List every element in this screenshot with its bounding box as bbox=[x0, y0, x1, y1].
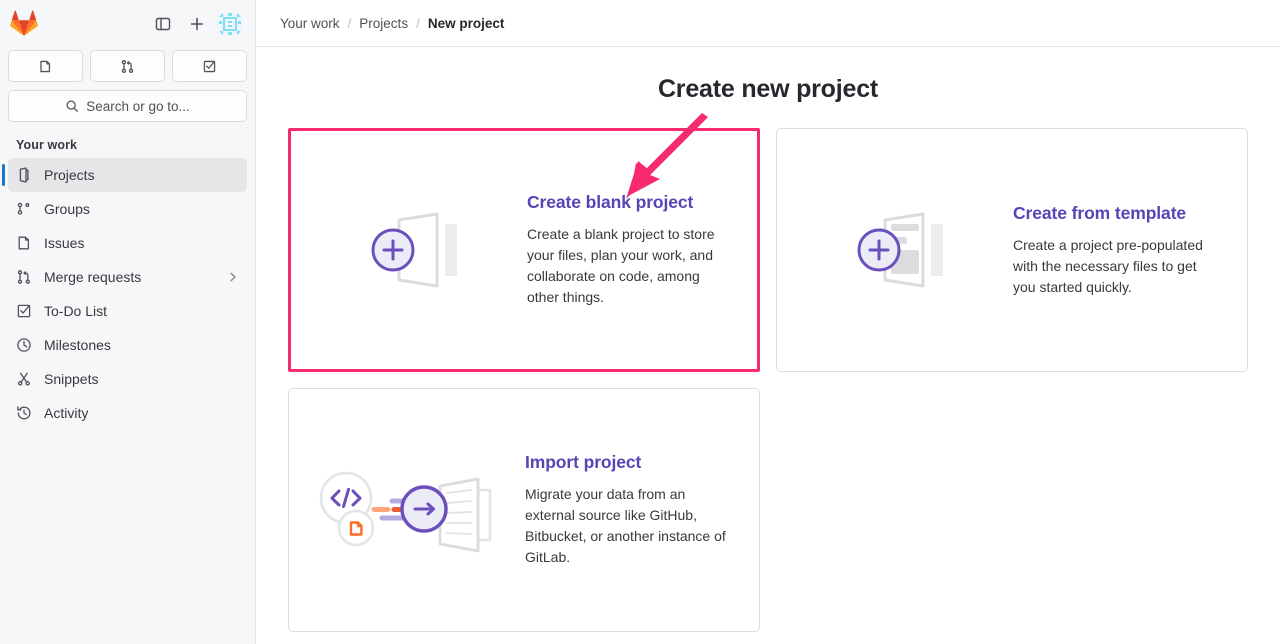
user-avatar[interactable] bbox=[217, 11, 243, 37]
merge-request-icon bbox=[121, 59, 134, 73]
todo-checkbox-icon bbox=[17, 304, 31, 318]
breadcrumb-separator: / bbox=[416, 15, 420, 31]
card-description: Migrate your data from an external sourc… bbox=[525, 486, 726, 565]
sidebar-nav: Projects Groups Issues Merge requests To… bbox=[0, 158, 255, 430]
snippet-scissors-icon bbox=[17, 372, 30, 386]
todo-checkbox-icon bbox=[203, 60, 216, 72]
sidebar-item-label: Projects bbox=[44, 167, 95, 183]
gitlab-tanuki-logo[interactable] bbox=[10, 10, 38, 38]
sidebar-item-todo-list[interactable]: To-Do List bbox=[8, 294, 247, 328]
card-title: Create blank project bbox=[527, 192, 694, 212]
template-project-illustration bbox=[777, 129, 1013, 371]
card-body: Create from template Create a project pr… bbox=[1013, 203, 1247, 298]
toggle-sidebar-button[interactable] bbox=[149, 10, 177, 38]
search-input[interactable]: Search or go to... bbox=[8, 90, 247, 122]
create-blank-project-card[interactable]: Create blank project Create a blank proj… bbox=[288, 128, 760, 372]
breadcrumb-item-projects[interactable]: Projects bbox=[359, 16, 408, 31]
sidebar-item-groups[interactable]: Groups bbox=[8, 192, 247, 226]
sidebar-item-label: To-Do List bbox=[44, 303, 108, 319]
gitlab-app-window: Search or go to... Your work Projects Gr… bbox=[0, 0, 1280, 644]
project-icon bbox=[19, 167, 29, 183]
issues-icon bbox=[40, 60, 51, 72]
card-body: Create blank project Create a blank proj… bbox=[527, 192, 757, 308]
card-title: Import project bbox=[525, 452, 642, 472]
history-icon bbox=[17, 406, 31, 420]
create-new-button[interactable] bbox=[183, 10, 211, 38]
sidebar-item-label: Issues bbox=[44, 235, 85, 251]
plus-icon bbox=[190, 17, 204, 31]
breadcrumb-separator: / bbox=[347, 15, 352, 31]
sidebar-item-label: Snippets bbox=[44, 371, 99, 387]
page-content: Create new project Create blank project … bbox=[256, 47, 1280, 644]
breadcrumb-item-new-project: New project bbox=[427, 15, 505, 31]
template-project-illustration-svg bbox=[857, 212, 943, 288]
breadcrumb-item-your-work[interactable]: Your work bbox=[280, 16, 340, 31]
search-placeholder-label: Search or go to... bbox=[86, 98, 190, 114]
blank-project-illustration bbox=[291, 131, 527, 369]
import-project-illustration bbox=[289, 389, 525, 631]
group-icon bbox=[17, 202, 30, 215]
avatar-identicon bbox=[217, 11, 243, 37]
sidebar-header-actions bbox=[149, 10, 243, 38]
chevron-right-icon bbox=[230, 272, 236, 282]
sidebar-item-label: Activity bbox=[44, 405, 89, 421]
sidebar-item-label: Merge requests bbox=[44, 269, 142, 285]
sidebar-header bbox=[0, 0, 255, 48]
project-type-card-grid: Create blank project Create a blank proj… bbox=[288, 128, 1248, 632]
sidebar-item-label: Groups bbox=[44, 201, 90, 217]
sidebar-section-title: Your work bbox=[16, 138, 78, 152]
issues-icon bbox=[18, 236, 30, 250]
primary-sidebar: Search or go to... Your work Projects Gr… bbox=[0, 0, 256, 644]
breadcrumb: Your work / Projects / New project bbox=[256, 0, 1280, 47]
sidebar-item-projects[interactable]: Projects bbox=[2, 158, 247, 192]
sidebar-item-milestones[interactable]: Milestones bbox=[8, 328, 247, 362]
card-title: Create from template bbox=[1013, 202, 1187, 223]
sidebar-item-label: Milestones bbox=[44, 337, 111, 353]
sidebar-item-issues[interactable]: Issues bbox=[8, 226, 247, 260]
blank-project-illustration-svg bbox=[371, 212, 457, 288]
clock-icon bbox=[17, 338, 31, 352]
import-project-illustration-svg bbox=[319, 471, 492, 553]
sidebar-item-merge-requests[interactable]: Merge requests bbox=[8, 260, 247, 294]
sidebar-item-activity[interactable]: Activity bbox=[8, 396, 247, 430]
sidebar-panel-icon bbox=[155, 17, 171, 31]
card-description: Create a blank project to store your fil… bbox=[527, 226, 715, 305]
quick-issues-button[interactable] bbox=[8, 50, 83, 82]
merge-request-icon bbox=[17, 270, 30, 284]
sidebar-quick-actions bbox=[0, 50, 255, 82]
import-project-card[interactable]: Import project Migrate your data from an… bbox=[288, 388, 760, 632]
card-body: Import project Migrate your data from an… bbox=[525, 452, 759, 568]
search-icon bbox=[66, 100, 79, 112]
main-content: Your work / Projects / New project Creat… bbox=[256, 0, 1280, 644]
create-from-template-card[interactable]: Create from template Create a project pr… bbox=[776, 128, 1248, 372]
card-description: Create a project pre-populated with the … bbox=[1013, 236, 1203, 295]
page-title: Create new project bbox=[657, 75, 879, 103]
quick-merge-requests-button[interactable] bbox=[90, 50, 165, 82]
sidebar-item-snippets[interactable]: Snippets bbox=[8, 362, 247, 396]
quick-todos-button[interactable] bbox=[172, 50, 247, 82]
